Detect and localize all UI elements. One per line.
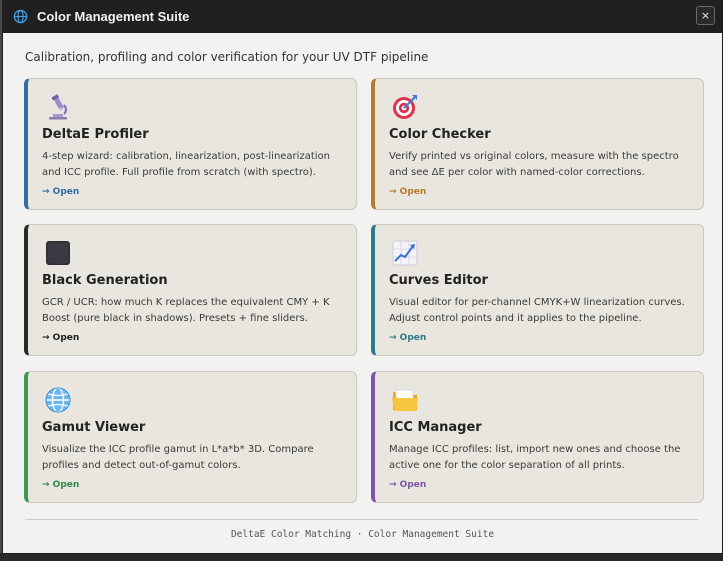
footer-divider — [25, 519, 698, 520]
chart-increasing-icon — [391, 239, 419, 267]
window-title: Color Management Suite — [37, 9, 190, 24]
open-link[interactable]: → Open — [42, 480, 79, 490]
close-button[interactable]: × — [696, 6, 715, 25]
folder-icon — [391, 386, 419, 414]
card-deltae-profiler[interactable]: DeltaE Profiler 4-step wizard: calibrati… — [24, 78, 357, 210]
globe-icon — [44, 386, 72, 414]
target-icon — [391, 93, 419, 121]
color-management-dialog: Color Management Suite × Calibration, pr… — [3, 0, 722, 553]
card-gamut-viewer[interactable]: Gamut Viewer Visualize the ICC profile g… — [24, 371, 357, 503]
card-title: Curves Editor — [389, 273, 488, 288]
microscope-icon — [44, 93, 72, 121]
open-link[interactable]: → Open — [389, 333, 426, 343]
card-title: Black Generation — [42, 273, 168, 288]
black-square-icon — [44, 239, 72, 267]
card-description: Manage ICC profiles: list, import new on… — [389, 444, 681, 471]
card-description: 4-step wizard: calibration, linearizatio… — [42, 151, 330, 178]
card-description: Visualize the ICC profile gamut in L*a*b… — [42, 444, 314, 471]
open-link[interactable]: → Open — [42, 333, 79, 343]
card-curves-editor[interactable]: Curves Editor Visual editor for per-chan… — [371, 224, 704, 356]
card-title: Color Checker — [389, 127, 491, 142]
open-link[interactable]: → Open — [42, 187, 79, 197]
card-description: GCR / UCR: how much K replaces the equiv… — [42, 297, 330, 324]
card-description: Verify printed vs original colors, measu… — [389, 151, 679, 178]
card-color-checker[interactable]: Color Checker Verify printed vs original… — [371, 78, 704, 210]
card-black-generation[interactable]: Black Generation GCR / UCR: how much K r… — [24, 224, 357, 356]
background-taskbar — [0, 553, 723, 561]
card-title: DeltaE Profiler — [42, 127, 149, 142]
title-bar: Color Management Suite × — [3, 0, 722, 33]
footer-text: DeltaE Color Matching · Color Management… — [230, 529, 495, 540]
card-title: ICC Manager — [389, 420, 482, 435]
globe-app-icon — [12, 8, 29, 25]
card-description: Visual editor for per-channel CMYK+W lin… — [389, 297, 685, 324]
open-link[interactable]: → Open — [389, 480, 426, 490]
card-title: Gamut Viewer — [42, 420, 146, 435]
open-link[interactable]: → Open — [389, 187, 426, 197]
card-icc-manager[interactable]: ICC Manager Manage ICC profiles: list, i… — [371, 371, 704, 503]
page-subtitle: Calibration, profiling and color verific… — [25, 50, 429, 64]
